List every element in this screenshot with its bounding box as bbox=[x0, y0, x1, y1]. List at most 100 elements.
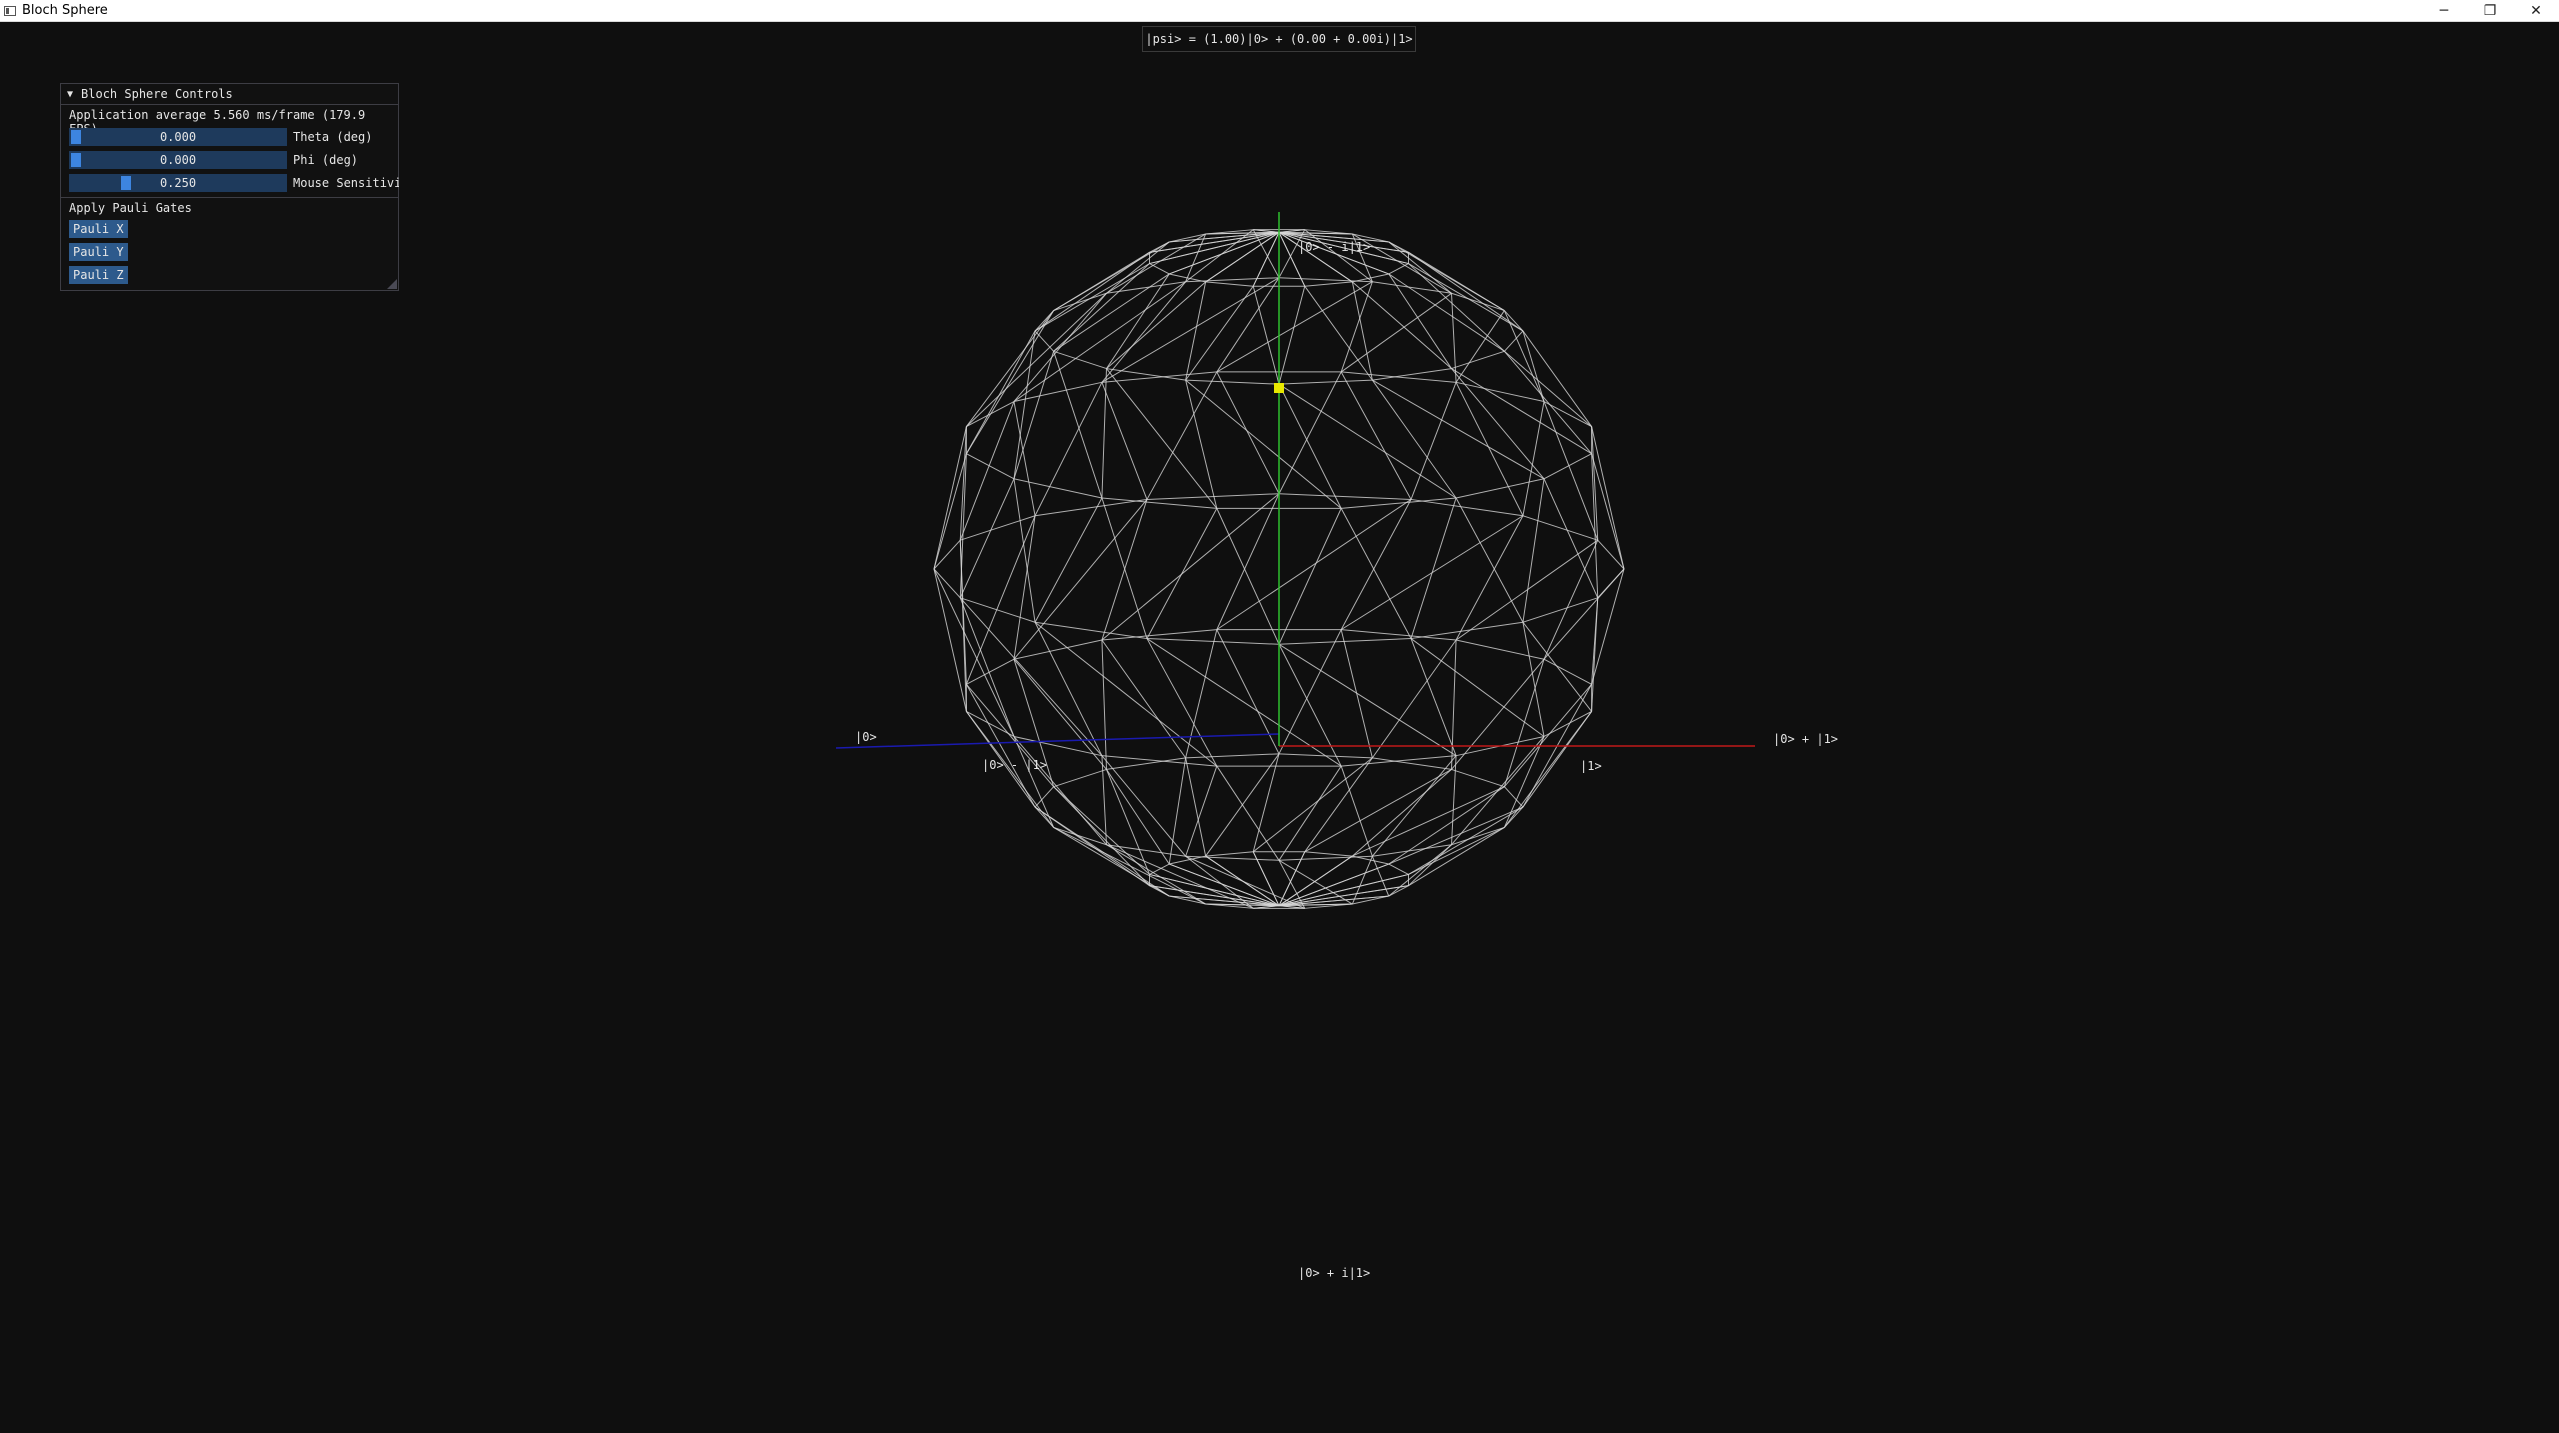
wireframe-edge bbox=[1216, 277, 1280, 373]
theta-slider-value: 0.000 bbox=[159, 130, 197, 144]
wireframe-edge bbox=[1278, 379, 1373, 385]
wireframe-edge bbox=[1216, 499, 1412, 631]
wireframe-edge bbox=[965, 310, 1055, 427]
wireframe-edge bbox=[1543, 401, 1592, 428]
wireframe-edge bbox=[1106, 844, 1206, 905]
wireframe-edge bbox=[933, 426, 967, 570]
wireframe-edge bbox=[1101, 277, 1280, 383]
wireframe-edge bbox=[1304, 281, 1353, 287]
wireframe-edge bbox=[1149, 873, 1280, 907]
wireframe-edge bbox=[966, 710, 1015, 737]
wireframe-edge bbox=[1146, 638, 1342, 767]
wireframe-edge bbox=[1410, 498, 1524, 517]
wireframe-edge bbox=[1216, 281, 1373, 373]
wireframe-edge bbox=[1146, 371, 1218, 500]
pauli-y-button[interactable]: Pauli Y bbox=[69, 243, 128, 261]
wireframe-edge bbox=[1388, 863, 1409, 875]
phi-slider-track[interactable]: 0.000 bbox=[69, 151, 287, 169]
wireframe-edge bbox=[1410, 638, 1457, 756]
bloch-sphere-controls-panel[interactable]: ▼ Bloch Sphere Controls Application aver… bbox=[60, 83, 399, 291]
wireframe-edge bbox=[1106, 844, 1186, 857]
sensitivity-slider-grab[interactable] bbox=[121, 176, 131, 190]
pauli-z-button[interactable]: Pauli Z bbox=[69, 266, 128, 284]
app-icon bbox=[4, 5, 16, 16]
wireframe-edge bbox=[1455, 478, 1545, 499]
axis-label-left: |0> bbox=[855, 730, 877, 744]
wireframe-edge bbox=[1216, 371, 1280, 494]
collapse-arrow-icon[interactable]: ▼ bbox=[67, 89, 73, 100]
wireframe-edge bbox=[1340, 292, 1452, 373]
wireframe-edge bbox=[1185, 379, 1280, 385]
wireframe-edge bbox=[1410, 621, 1524, 640]
wireframe-edge bbox=[1278, 873, 1409, 907]
maximize-icon[interactable]: ❐ bbox=[2467, 0, 2513, 22]
theta-slider-grab[interactable] bbox=[71, 130, 81, 144]
wireframe-edge bbox=[1101, 639, 1187, 759]
slider-mouse-sensitivity[interactable]: 0.250 Mouse Sensitivity bbox=[69, 174, 399, 192]
wireframe-edge bbox=[1185, 285, 1254, 381]
wireframe-edge bbox=[1034, 498, 1148, 517]
wireframe-edge bbox=[1451, 292, 1505, 312]
minimize-icon[interactable]: ─ bbox=[2421, 0, 2467, 22]
wireframe-edge bbox=[1340, 499, 1412, 630]
sensitivity-slider-value: 0.250 bbox=[159, 176, 197, 190]
wireframe-edge bbox=[1455, 515, 1524, 641]
wireframe-edge bbox=[1252, 286, 1280, 385]
wireframe-edge bbox=[1388, 806, 1524, 865]
axis-label-top: |0> - i|1> bbox=[1298, 240, 1371, 254]
wireframe-edge bbox=[1591, 597, 1599, 685]
pauli-x-button[interactable]: Pauli X bbox=[69, 220, 128, 238]
wireframe-edge bbox=[1034, 786, 1054, 808]
window-title: Bloch Sphere bbox=[22, 3, 108, 18]
wireframe-edge bbox=[1522, 621, 1593, 712]
wireframe-edge bbox=[1053, 826, 1206, 905]
wireframe-edge bbox=[1278, 286, 1306, 385]
wireframe-edge bbox=[1410, 382, 1457, 500]
theta-slider-track[interactable]: 0.000 bbox=[69, 128, 287, 146]
wireframe-edge bbox=[933, 568, 967, 712]
wireframe-edge bbox=[1013, 351, 1055, 479]
wireframe-edge bbox=[1013, 478, 1103, 499]
wireframe-edge bbox=[1340, 508, 1412, 639]
wireframe-edge bbox=[966, 453, 1015, 480]
wireframe-edge bbox=[966, 401, 1015, 428]
phi-slider-grab[interactable] bbox=[71, 153, 81, 167]
wireframe-edge bbox=[1034, 497, 1103, 623]
resize-grip-icon[interactable] bbox=[387, 279, 397, 289]
wireframe-edge bbox=[1205, 851, 1254, 857]
wireframe-edge bbox=[1149, 231, 1280, 265]
wireframe-edge bbox=[1304, 285, 1373, 381]
wireframe-edge bbox=[1543, 453, 1592, 480]
wireframe-edge bbox=[1408, 263, 1524, 332]
render-viewport[interactable]: |psi> = (1.00)|0> + (0.00 + 0.00i)|1> |0… bbox=[0, 22, 2559, 1433]
wireframe-edge bbox=[1522, 330, 1545, 402]
divider bbox=[61, 104, 398, 105]
controls-header[interactable]: ▼ Bloch Sphere Controls bbox=[61, 84, 398, 104]
axis-label-inner-left: |0> - |1> bbox=[982, 758, 1048, 772]
wireframe-edge bbox=[1455, 639, 1545, 660]
wireframe-edge bbox=[1278, 629, 1342, 755]
theta-slider-label: Theta (deg) bbox=[293, 130, 373, 144]
wireframe-edge bbox=[1352, 855, 1389, 865]
wireframe-edge bbox=[965, 310, 1055, 454]
wireframe-edge bbox=[1451, 368, 1592, 455]
wireframe-edge bbox=[959, 401, 1015, 541]
wireframe-edge bbox=[1278, 383, 1342, 509]
wireframe-edge bbox=[1351, 856, 1373, 905]
wireframe-edge bbox=[1101, 493, 1280, 641]
wireframe-edge bbox=[1371, 379, 1457, 499]
wireframe-edge bbox=[959, 478, 1015, 599]
state-vector-readout: |psi> = (1.00)|0> + (0.00 + 0.00i)|1> bbox=[1142, 26, 1416, 52]
wireframe-edge bbox=[1543, 478, 1599, 599]
wireframe-edge bbox=[1388, 263, 1409, 275]
close-icon[interactable]: ✕ bbox=[2513, 0, 2559, 22]
wireframe-edge bbox=[1278, 508, 1342, 645]
wireframe-edge bbox=[1522, 597, 1598, 623]
slider-phi[interactable]: 0.000 Phi (deg) bbox=[69, 151, 399, 169]
wireframe-edge bbox=[933, 568, 1015, 737]
sensitivity-slider-track[interactable]: 0.250 bbox=[69, 174, 287, 192]
wireframe-edge bbox=[1304, 768, 1452, 853]
wireframe-edge bbox=[1504, 806, 1524, 828]
slider-theta[interactable]: 0.000 Theta (deg) bbox=[69, 128, 399, 146]
wireframe-edge bbox=[1205, 281, 1254, 287]
